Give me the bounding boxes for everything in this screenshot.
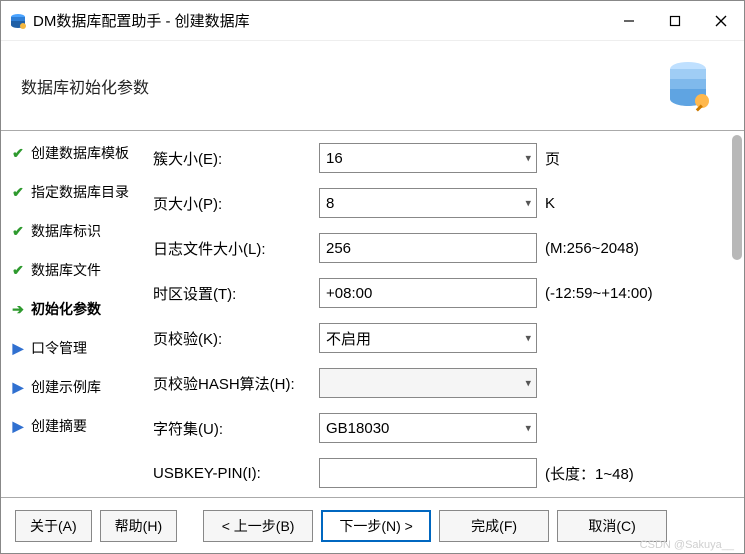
maximize-button[interactable] bbox=[652, 1, 698, 41]
step-label: 初始化参数 bbox=[31, 299, 101, 319]
hash-algo-value[interactable] bbox=[319, 368, 537, 398]
content-area: ✔ 创建数据库模板 ✔ 指定数据库目录 ✔ 数据库标识 ✔ 数据库文件 ➔ 初始… bbox=[1, 131, 744, 497]
page-check-value[interactable] bbox=[319, 323, 537, 353]
page-check-select[interactable]: ▾ bbox=[319, 323, 537, 353]
step-label: 指定数据库目录 bbox=[31, 182, 129, 202]
form-area: 簇大小(E): ▾ 页 页大小(P): ▾ K 日志文件大小(L): (M:25… bbox=[149, 131, 744, 497]
charset-select[interactable]: ▾ bbox=[319, 413, 537, 443]
app-icon bbox=[9, 12, 27, 30]
hash-algo-select[interactable]: ▾ bbox=[319, 368, 537, 398]
step-label: 创建示例库 bbox=[31, 377, 101, 397]
charset-value[interactable] bbox=[319, 413, 537, 443]
step-label: 创建摘要 bbox=[31, 416, 87, 436]
log-size-label: 日志文件大小(L): bbox=[153, 238, 311, 259]
check-icon: ✔ bbox=[11, 262, 25, 279]
steps-sidebar: ✔ 创建数据库模板 ✔ 指定数据库目录 ✔ 数据库标识 ✔ 数据库文件 ➔ 初始… bbox=[1, 131, 149, 497]
cluster-size-label: 簇大小(E): bbox=[153, 148, 311, 169]
step-db-directory[interactable]: ✔ 指定数据库目录 bbox=[11, 182, 149, 202]
step-sample-db[interactable]: ▶ 创建示例库 bbox=[11, 377, 149, 397]
back-button[interactable]: < 上一步(B) bbox=[203, 510, 313, 542]
cluster-size-select[interactable]: ▾ bbox=[319, 143, 537, 173]
cluster-size-value[interactable] bbox=[319, 143, 537, 173]
check-icon: ✔ bbox=[11, 184, 25, 201]
form-grid: 簇大小(E): ▾ 页 页大小(P): ▾ K 日志文件大小(L): (M:25… bbox=[153, 143, 734, 488]
app-window: DM数据库配置助手 - 创建数据库 数据库初始化参数 bbox=[0, 0, 745, 554]
page-size-value[interactable] bbox=[319, 188, 537, 218]
triangle-right-icon: ▶ bbox=[11, 379, 25, 396]
minimize-button[interactable] bbox=[606, 1, 652, 41]
check-icon: ✔ bbox=[11, 223, 25, 240]
cancel-button[interactable]: 取消(C) bbox=[557, 510, 667, 542]
page-header: 数据库初始化参数 bbox=[1, 41, 744, 131]
step-label: 数据库文件 bbox=[31, 260, 101, 280]
scrollbar-thumb[interactable] bbox=[732, 135, 742, 260]
timezone-input[interactable] bbox=[319, 278, 537, 308]
page-check-label: 页校验(K): bbox=[153, 328, 311, 349]
timezone-label: 时区设置(T): bbox=[153, 283, 311, 304]
triangle-right-icon: ▶ bbox=[11, 418, 25, 435]
help-button[interactable]: 帮助(H) bbox=[100, 510, 177, 542]
database-icon bbox=[654, 55, 714, 115]
cluster-size-unit: 页 bbox=[545, 148, 734, 169]
step-db-files[interactable]: ✔ 数据库文件 bbox=[11, 260, 149, 280]
step-create-template[interactable]: ✔ 创建数据库模板 bbox=[11, 143, 149, 163]
step-password[interactable]: ▶ 口令管理 bbox=[11, 338, 149, 358]
step-label: 数据库标识 bbox=[31, 221, 101, 241]
step-db-identity[interactable]: ✔ 数据库标识 bbox=[11, 221, 149, 241]
page-size-select[interactable]: ▾ bbox=[319, 188, 537, 218]
usbkey-hint: (长度：1~48) bbox=[545, 463, 734, 484]
footer-buttons: 关于(A) 帮助(H) < 上一步(B) 下一步(N) > 完成(F) 取消(C… bbox=[1, 497, 744, 553]
titlebar: DM数据库配置助手 - 创建数据库 bbox=[1, 1, 744, 41]
page-size-unit: K bbox=[545, 195, 734, 212]
log-size-input[interactable] bbox=[319, 233, 537, 263]
page-size-label: 页大小(P): bbox=[153, 193, 311, 214]
step-summary[interactable]: ▶ 创建摘要 bbox=[11, 416, 149, 436]
usbkey-input[interactable] bbox=[319, 458, 537, 488]
arrow-right-icon: ➔ bbox=[11, 301, 25, 318]
window-title: DM数据库配置助手 - 创建数据库 bbox=[33, 10, 606, 31]
close-button[interactable] bbox=[698, 1, 744, 41]
step-label: 口令管理 bbox=[31, 338, 87, 358]
triangle-right-icon: ▶ bbox=[11, 340, 25, 357]
step-label: 创建数据库模板 bbox=[31, 143, 129, 163]
finish-button[interactable]: 完成(F) bbox=[439, 510, 549, 542]
timezone-hint: (-12:59~+14:00) bbox=[545, 285, 734, 302]
about-button[interactable]: 关于(A) bbox=[15, 510, 92, 542]
charset-label: 字符集(U): bbox=[153, 418, 311, 439]
usbkey-label: USBKEY-PIN(I): bbox=[153, 465, 311, 482]
step-init-params[interactable]: ➔ 初始化参数 bbox=[11, 299, 149, 319]
check-icon: ✔ bbox=[11, 145, 25, 162]
page-title: 数据库初始化参数 bbox=[21, 74, 149, 98]
hash-algo-label: 页校验HASH算法(H): bbox=[153, 373, 311, 394]
next-button[interactable]: 下一步(N) > bbox=[321, 510, 431, 542]
log-size-hint: (M:256~2048) bbox=[545, 240, 734, 257]
